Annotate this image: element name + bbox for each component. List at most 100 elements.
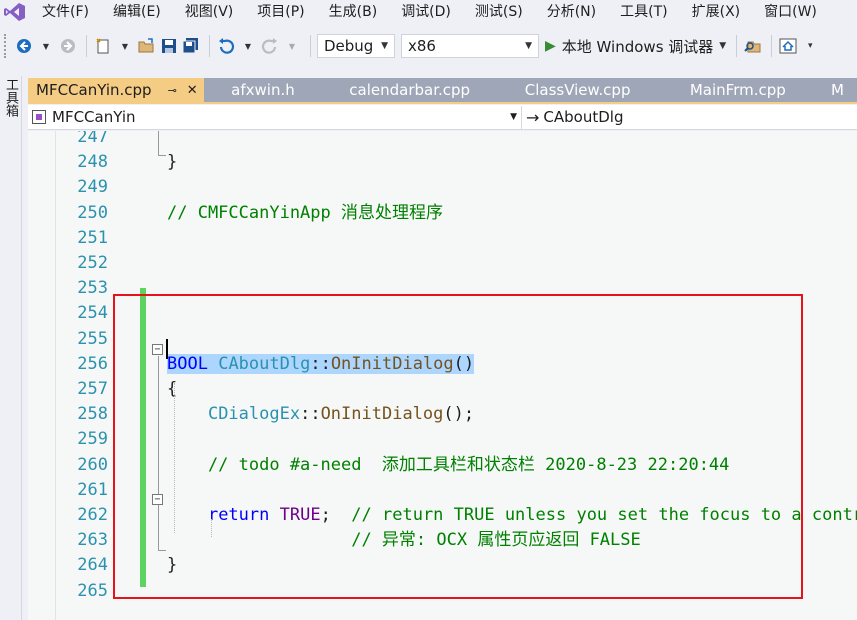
tab-mainfrm-cpp[interactable]: MainFrm.cpp [657,78,818,102]
find-in-files-icon[interactable] [743,34,763,58]
navigation-bar: MFCCanYin ▼ → CAboutDlg [28,105,857,130]
code-line[interactable]: 257 { [28,377,857,402]
home-icon[interactable] [778,34,798,58]
line-number: 262 [77,505,108,525]
code-token: CDialogEx [207,404,301,425]
document-tab-bar: MFCCanYin.cpp ⊸ ✕ afxwin.h calendarbar.cpp Cl… [28,78,857,102]
code-line[interactable]: 262 return TRUE; // return TRUE unless y… [28,503,857,528]
configuration-value: Debug [324,37,374,55]
code-editor[interactable]: 247 248} 249 250// CMFCCanYinApp 消息处理程序 251 2… [28,131,857,620]
line-number: 254 [77,303,108,324]
code-line[interactable]: 250 // CMFCCanYinApp 消息处理程序 [28,201,857,226]
code-token: // 异常: OCX 属性页应返回 FALSE [167,530,641,551]
menu-item[interactable]: 编辑(E) [101,1,173,23]
platform-value: x86 [408,37,436,55]
run-label: 本地 Windows 调试器 [561,37,714,56]
menu-item[interactable]: 测试(S) [463,1,535,23]
visual-studio-logo-icon[interactable] [0,0,30,24]
toolbar-separator [771,35,773,57]
collapse-toggle-icon[interactable]: − [152,344,163,355]
code-token: CAboutDlg [218,353,311,374]
redo-icon[interactable] [260,34,280,58]
code-line[interactable]: 249 [28,175,857,200]
toolbox-tab[interactable]: 工具箱 [2,78,20,117]
code-token: :: [300,404,321,425]
project-name: MFCCanYin [52,108,136,126]
navigate-back-icon[interactable] [14,34,34,58]
pin-icon[interactable]: ⊸ [168,84,177,97]
collapse-toggle-icon[interactable]: − [152,494,163,505]
menu-item[interactable]: 工具(T) [608,1,679,23]
code-line[interactable]: 265 [28,579,857,604]
save-icon[interactable] [159,34,179,58]
play-icon: ▶ [545,38,556,54]
line-number: 261 [77,479,108,500]
tab-mfccanyin-cpp[interactable]: MFCCanYin.cpp ⊸ ✕ [28,78,204,102]
menu-item[interactable]: 扩展(X) [680,1,753,23]
solution-platform-select[interactable]: x86 ▼ [401,34,539,58]
toolbar-overflow-icon[interactable]: ▾ [800,34,820,58]
member-scope-dropdown[interactable]: → CAboutDlg [522,106,623,129]
menu-item[interactable]: 视图(V) [173,1,246,23]
code-line[interactable]: 258 CDialogEx::OnInitDialog(); [28,402,857,427]
undo-dropdown-icon[interactable]: ▼ [238,34,258,58]
solution-configuration-select[interactable]: Debug ▼ [317,34,395,58]
outline-line [158,131,159,155]
code-token: } [167,152,178,173]
project-scope-dropdown[interactable]: MFCCanYin ▼ [28,105,522,129]
code-line[interactable]: 247 [28,131,857,150]
save-all-icon[interactable] [181,34,201,58]
tab-classview-cpp[interactable]: ClassView.cpp [497,78,658,102]
code-token: } [167,555,178,576]
code-line[interactable]: 263 // 异常: OCX 属性页应返回 FALSE [28,528,857,553]
tab-m[interactable]: M [817,78,857,102]
scope-name: CAboutDlg [543,108,624,126]
toolbar-grip[interactable] [4,34,8,58]
code-line[interactable]: 260 // todo #a-need 添加工具栏和状态栏 2020-8-23 … [28,453,857,478]
open-file-icon[interactable] [137,34,157,58]
line-number: 253 [77,278,108,299]
line-number: 252 [77,253,108,273]
redo-dropdown-icon[interactable]: ▼ [282,34,302,58]
undo-icon[interactable] [216,34,236,58]
close-icon[interactable]: ✕ [187,83,198,98]
outline-end [158,550,166,551]
code-token: BOOL [167,353,208,374]
code-line[interactable]: 254 [28,301,857,326]
code-line[interactable]: 252 [28,251,857,276]
start-debugging-button[interactable]: ▶ 本地 Windows 调试器 ▼ [545,34,726,58]
tab-afxwin-h[interactable]: afxwin.h [204,78,322,102]
code-token: // return TRUE unless you set the focus … [351,505,857,525]
menu-item[interactable]: 项目(P) [245,1,316,23]
line-number: 247 [77,131,108,147]
code-line[interactable]: 248} [28,150,857,175]
back-dropdown-icon[interactable]: ▼ [36,34,56,58]
menu-item[interactable]: 调试(D) [389,1,463,23]
outline-end [158,155,166,156]
code-line[interactable]: 251 [28,226,857,251]
code-token: OnInitDialog [320,404,444,425]
tab-label: calendarbar.cpp [349,81,471,99]
menu-item[interactable]: 窗口(W) [752,1,829,23]
menu-item[interactable]: 分析(N) [535,1,608,23]
new-project-icon[interactable] [93,34,113,58]
code-text: // todo #a-need 添加工具栏和状态栏 2020-8-23 22:2… [167,453,729,478]
chevron-down-icon: ▼ [525,41,532,51]
code-line[interactable]: 256 BOOL CAboutDlg::OnInitDialog() [28,352,857,377]
code-text: { [167,377,177,402]
tab-calendarbar-cpp[interactable]: calendarbar.cpp [321,78,498,102]
menu-bar: 文件(F) 编辑(E) 视图(V) 项目(P) 生成(B) 调试(D) 测试(S) 分析(N)… [0,0,857,24]
navigate-forward-icon[interactable] [58,34,78,58]
line-number: 259 [77,429,108,450]
new-dropdown-icon[interactable]: ▼ [115,34,135,58]
menu-item[interactable]: 生成(B) [317,1,390,23]
code-token: // CMFCCanYinApp 消息处理程序 [167,202,443,223]
tab-label: afxwin.h [231,81,295,99]
code-line[interactable]: 264} [28,553,857,578]
line-number: 264 [77,555,108,576]
code-line[interactable]: 253 [28,276,857,301]
code-text: BOOL CAboutDlg::OnInitDialog() [167,352,475,377]
menu-item[interactable]: 文件(F) [30,1,101,23]
code-line[interactable]: 259 [28,427,857,452]
line-number: 250 [77,202,108,223]
